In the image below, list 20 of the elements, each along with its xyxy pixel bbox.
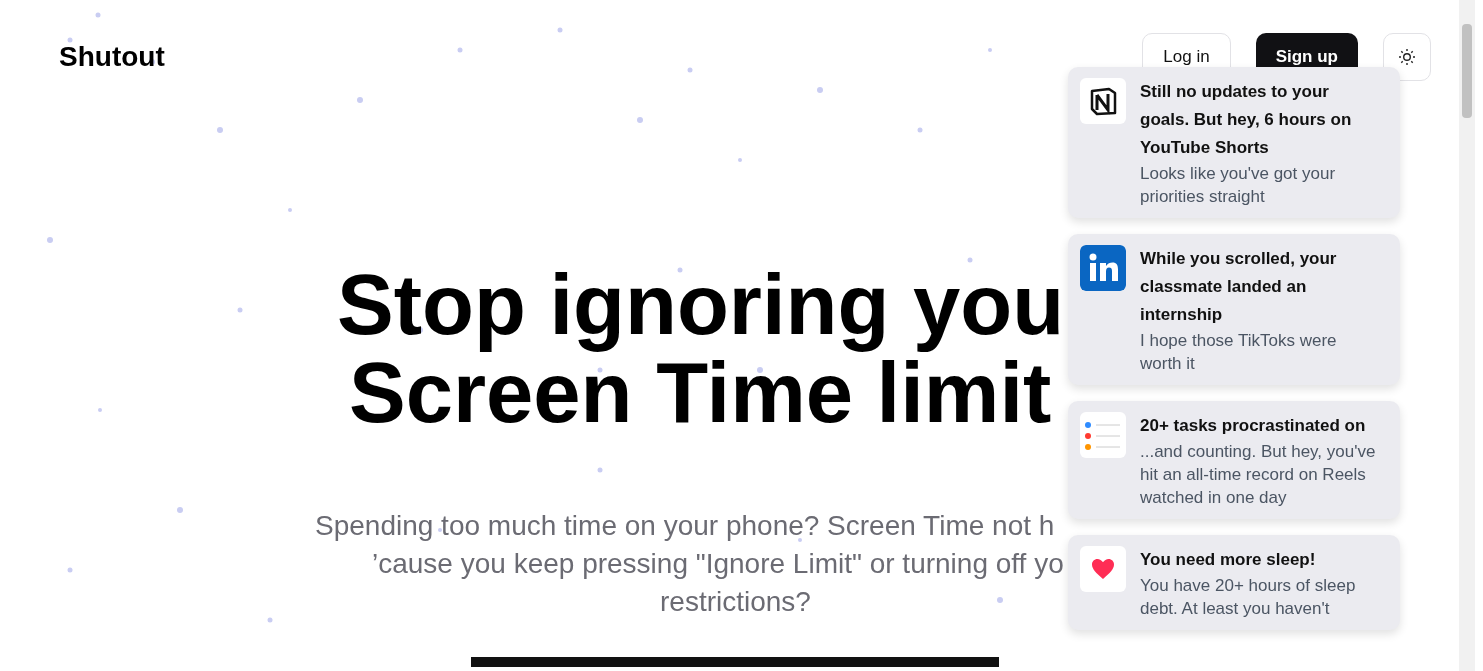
brand-logo[interactable]: Shutout bbox=[59, 36, 165, 78]
notification-title: Still no updates to your goals. But hey, 6 hours on YouTube Shorts bbox=[1140, 81, 1353, 159]
notification-body: You have 20+ hours of sleep debt. At least you haven't bbox=[1140, 575, 1357, 620]
cube-letter-icon bbox=[1088, 86, 1118, 116]
notification-title: While you scrolled, your classmate landed an internship bbox=[1140, 248, 1338, 326]
subtitle-text: restrictions? bbox=[660, 585, 811, 619]
scrollbar-thumb[interactable] bbox=[1462, 24, 1472, 118]
in-logo-icon bbox=[1080, 245, 1126, 291]
notification-title: 20+ tasks procrastinated on bbox=[1140, 415, 1367, 437]
scrollbar[interactable] bbox=[1459, 0, 1475, 671]
heart-icon bbox=[1091, 558, 1115, 580]
notification-body: I hope those TikToks were worth it bbox=[1140, 330, 1338, 375]
subtitle-text: Spending too much time on your phone? Screen Time not h bbox=[315, 509, 1055, 543]
sun-icon bbox=[1398, 48, 1416, 66]
notification-body: Looks like you've got your priorities straight bbox=[1140, 163, 1337, 208]
theme-toggle-button[interactable] bbox=[1383, 33, 1431, 81]
notification-body: ...and counting. But hey, you've hit an all-time record on Reels watched in one day bbox=[1140, 441, 1377, 509]
subtitle-text: ’cause you keep pressing "Ignore Limit" or turning off yo bbox=[372, 547, 1064, 581]
checklist-icon bbox=[1084, 420, 1122, 450]
notification-title: You need more sleep! bbox=[1140, 549, 1317, 571]
